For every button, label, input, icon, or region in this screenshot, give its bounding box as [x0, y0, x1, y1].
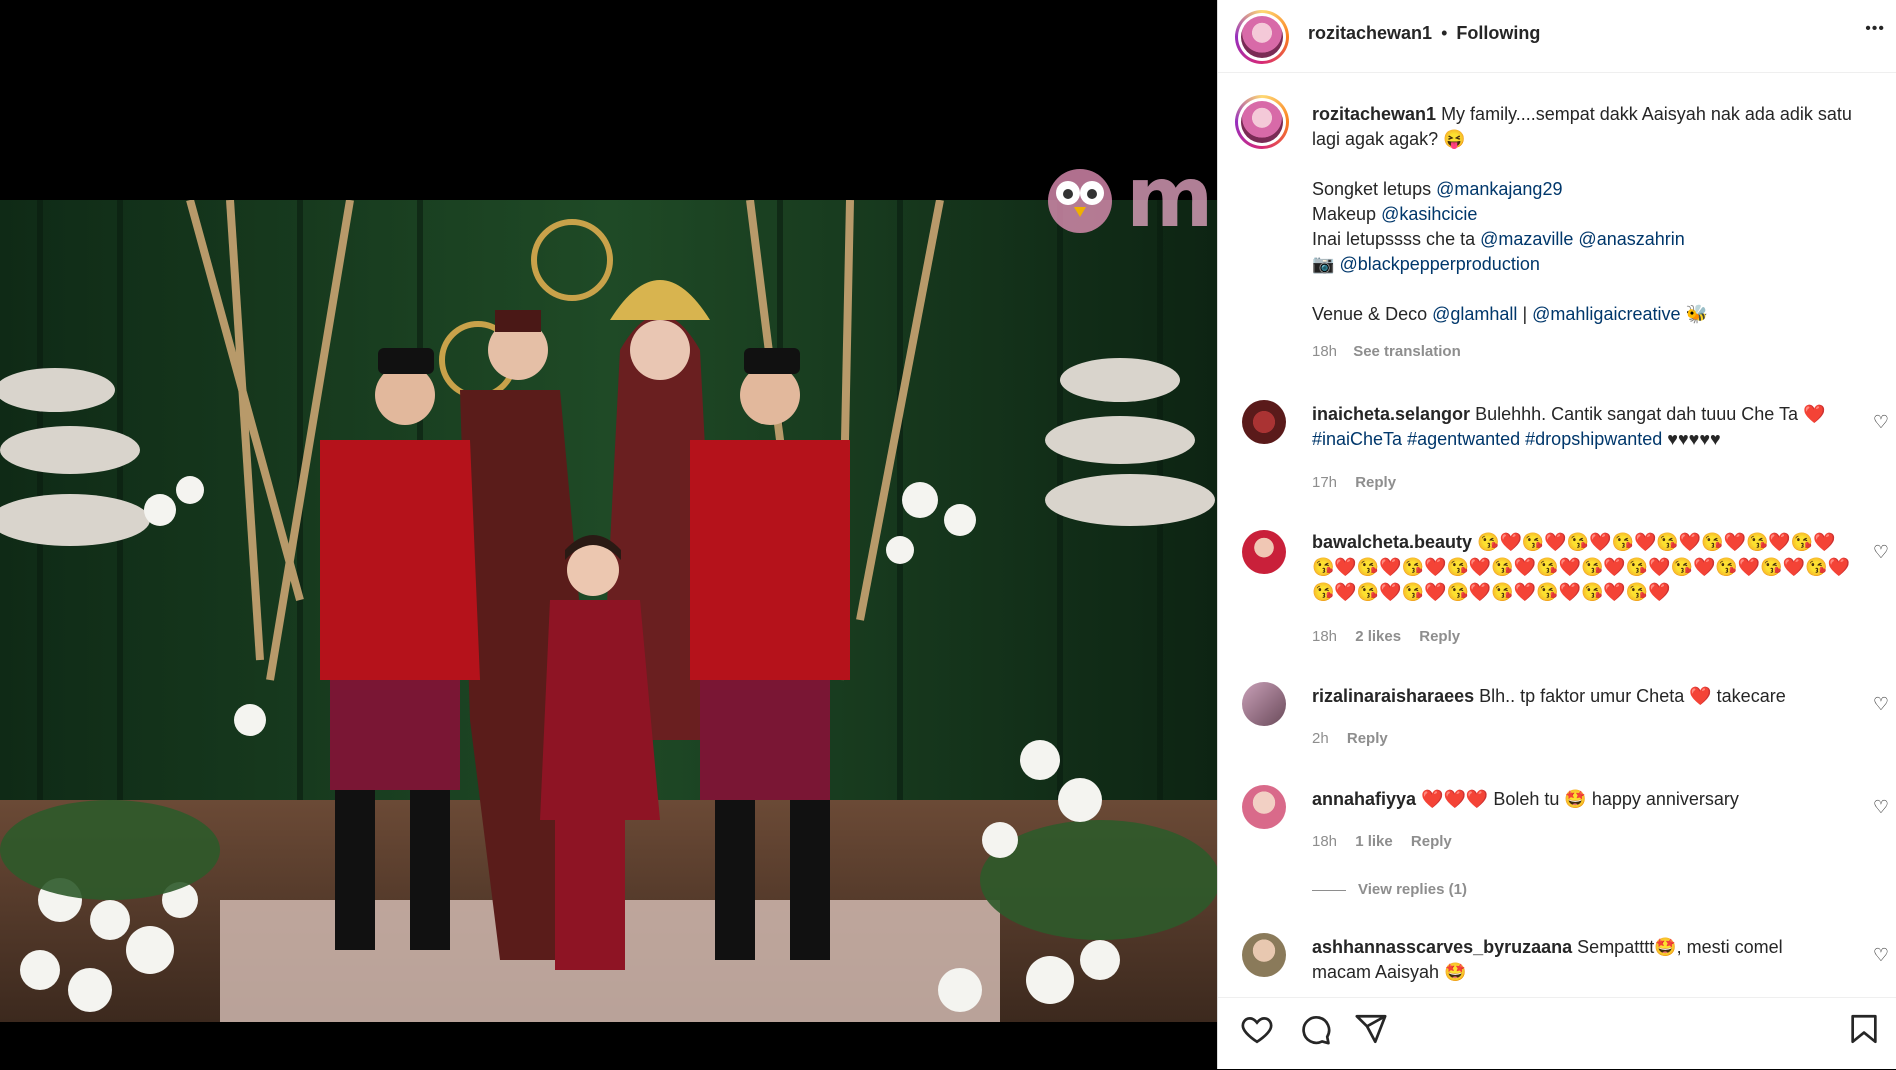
caption-emoji: 😝	[1443, 129, 1466, 149]
red-heart-icon: ❤️	[1689, 686, 1712, 706]
header-separator: •	[1441, 23, 1448, 43]
star-eyes-emoji-icon: 🤩	[1444, 962, 1467, 982]
caption-line-inai: Inai letupssss che ta @mazaville @anasza…	[1312, 227, 1872, 252]
post-photo[interactable]	[0, 200, 1217, 1022]
reply-button[interactable]: Reply	[1419, 628, 1460, 645]
red-heart-icon: ❤️	[1803, 404, 1826, 424]
comment-body: ashhannasscarves_byruzaana Sempatttt🤩, m…	[1312, 935, 1852, 985]
heart-suits: ♥♥♥♥♥	[1667, 429, 1721, 449]
commenter-username[interactable]: bawalcheta.beauty	[1312, 532, 1472, 552]
comment-text: Blh.. tp faktor umur Cheta	[1479, 686, 1685, 706]
mention-link[interactable]: @mahligaicreative	[1532, 304, 1680, 324]
following-button[interactable]: Following	[1456, 23, 1540, 43]
comment-text-tail: , mesti comel	[1676, 937, 1783, 957]
commenter-username[interactable]: annahafiyya	[1312, 789, 1416, 809]
post-side-panel: rozitachewan1 • Following ••• rozitachew…	[1217, 0, 1896, 1069]
commenter-username[interactable]: rizalinaraisharaees	[1312, 686, 1474, 706]
like-comment-heart-icon[interactable]: ♡	[1873, 694, 1889, 715]
comment-body: rizalinaraisharaees Blh.. tp faktor umur…	[1312, 684, 1852, 709]
red-hearts-icon: ❤️❤️❤️	[1421, 789, 1489, 809]
comment-body: bawalcheta.beauty 😘❤️😘❤️😘❤️😘❤️😘❤️😘❤️😘❤️😘…	[1312, 530, 1852, 605]
like-comment-heart-icon[interactable]: ♡	[1873, 412, 1889, 433]
reply-button[interactable]: Reply	[1347, 730, 1388, 747]
caption-line-camera: 📷 @blackpepperproduction	[1312, 252, 1872, 277]
comment-meta: 17h Reply	[1312, 474, 1396, 491]
comment-time: 2h	[1312, 730, 1329, 747]
camera-icon: 📷	[1312, 254, 1335, 274]
commenter-avatar[interactable]	[1242, 400, 1286, 444]
author-avatar[interactable]	[1235, 10, 1289, 64]
star-eyes-emoji-icon: 🤩	[1564, 789, 1587, 809]
comment-text-tail: takecare	[1716, 686, 1786, 706]
star-eyes-emoji-icon: 🤩	[1654, 937, 1677, 957]
comment-body: inaicheta.selangor Bulehhh. Cantik sanga…	[1312, 402, 1852, 452]
post-actions-bar	[1218, 997, 1896, 1070]
like-comment-heart-icon[interactable]: ♡	[1873, 945, 1889, 966]
caption-line-songket: Songket letups @mankajang29	[1312, 177, 1872, 202]
mention-link[interactable]: @glamhall	[1432, 304, 1517, 324]
caption-line-venue: Venue & Deco @glamhall | @mahligaicreati…	[1312, 302, 1872, 327]
comment-meta: 18h 2 likes Reply	[1312, 628, 1460, 645]
save-bookmark-icon[interactable]	[1847, 1012, 1881, 1046]
commenter-avatar[interactable]	[1242, 530, 1286, 574]
comment-text: Bulehhh. Cantik sangat dah tuuu Che Ta	[1475, 404, 1798, 424]
commenter-username[interactable]: inaicheta.selangor	[1312, 404, 1470, 424]
caption-username[interactable]: rozitachewan1	[1312, 104, 1436, 124]
comment-text-line2: macam Aaisyah	[1312, 962, 1440, 982]
comment-time: 17h	[1312, 474, 1338, 491]
comment-text: Boleh tu	[1493, 789, 1560, 809]
comment-likes[interactable]: 2 likes	[1355, 628, 1401, 645]
comment-time: 18h	[1312, 833, 1338, 850]
view-replies-button[interactable]: View replies (1)	[1312, 881, 1467, 898]
like-heart-icon[interactable]	[1240, 1012, 1274, 1046]
commenter-username[interactable]: ashhannasscarves_byruzaana	[1312, 937, 1572, 957]
caption-line-label: Makeup	[1312, 204, 1377, 224]
share-send-icon[interactable]	[1354, 1012, 1388, 1046]
caption-line-label: Venue & Deco	[1312, 304, 1428, 324]
comment-text-tail: happy anniversary	[1591, 789, 1739, 809]
hashtag-links[interactable]: #inaiCheTa #agentwanted #dropshipwanted	[1312, 429, 1662, 449]
caption-block: rozitachewan1 My family....sempat dakk A…	[1312, 102, 1872, 364]
mention-link[interactable]: @mankajang29	[1436, 179, 1562, 199]
caption-first-line: rozitachewan1 My family....sempat dakk A…	[1312, 102, 1872, 152]
comment-text: Sempatttt	[1577, 937, 1655, 957]
comment-body: annahafiyya ❤️❤️❤️ Boleh tu 🤩 happy anni…	[1312, 787, 1852, 812]
view-replies-label: View replies (1)	[1358, 881, 1467, 898]
commenter-avatar[interactable]	[1242, 682, 1286, 726]
header-user-line: rozitachewan1 • Following	[1308, 23, 1540, 44]
post-header: rozitachewan1 • Following •••	[1218, 0, 1896, 73]
reply-button[interactable]: Reply	[1411, 833, 1452, 850]
more-options-icon[interactable]: •••	[1865, 20, 1885, 38]
mention-link[interactable]: @anaszahrin	[1578, 229, 1684, 249]
caption-line-makeup: Makeup @kasihcicie	[1312, 202, 1872, 227]
family-photo-illustration	[0, 200, 1217, 1022]
caption-time: 18h	[1312, 343, 1338, 360]
comment-meta: 2h Reply	[1312, 730, 1388, 747]
commenter-avatar[interactable]	[1242, 933, 1286, 977]
mention-link[interactable]: @mazaville	[1480, 229, 1573, 249]
venue-separator: |	[1522, 304, 1528, 324]
comment-bubble-icon[interactable]	[1298, 1012, 1332, 1046]
mention-link[interactable]: @blackpepperproduction	[1339, 254, 1539, 274]
mention-link[interactable]: @kasihcicie	[1381, 204, 1477, 224]
comment-time: 18h	[1312, 628, 1338, 645]
header-username[interactable]: rozitachewan1	[1308, 23, 1432, 43]
commenter-avatar[interactable]	[1242, 785, 1286, 829]
caption-line-label: Inai letupssss che ta	[1312, 229, 1476, 249]
caption-line-label: Songket letups	[1312, 179, 1432, 199]
like-comment-heart-icon[interactable]: ♡	[1873, 797, 1889, 818]
reply-button[interactable]: Reply	[1355, 474, 1396, 491]
post-media-area: murai	[0, 0, 1408, 1069]
like-comment-heart-icon[interactable]: ♡	[1873, 542, 1889, 563]
see-translation-button[interactable]: See translation	[1353, 343, 1461, 360]
comment-likes[interactable]: 1 like	[1355, 833, 1393, 850]
caption-author-avatar[interactable]	[1235, 95, 1289, 149]
bee-icon: 🐝	[1685, 304, 1708, 324]
comment-meta: 18h 1 like Reply	[1312, 833, 1452, 850]
bird-logo-icon	[1048, 169, 1112, 233]
caption-meta: 18h See translation	[1312, 339, 1872, 364]
